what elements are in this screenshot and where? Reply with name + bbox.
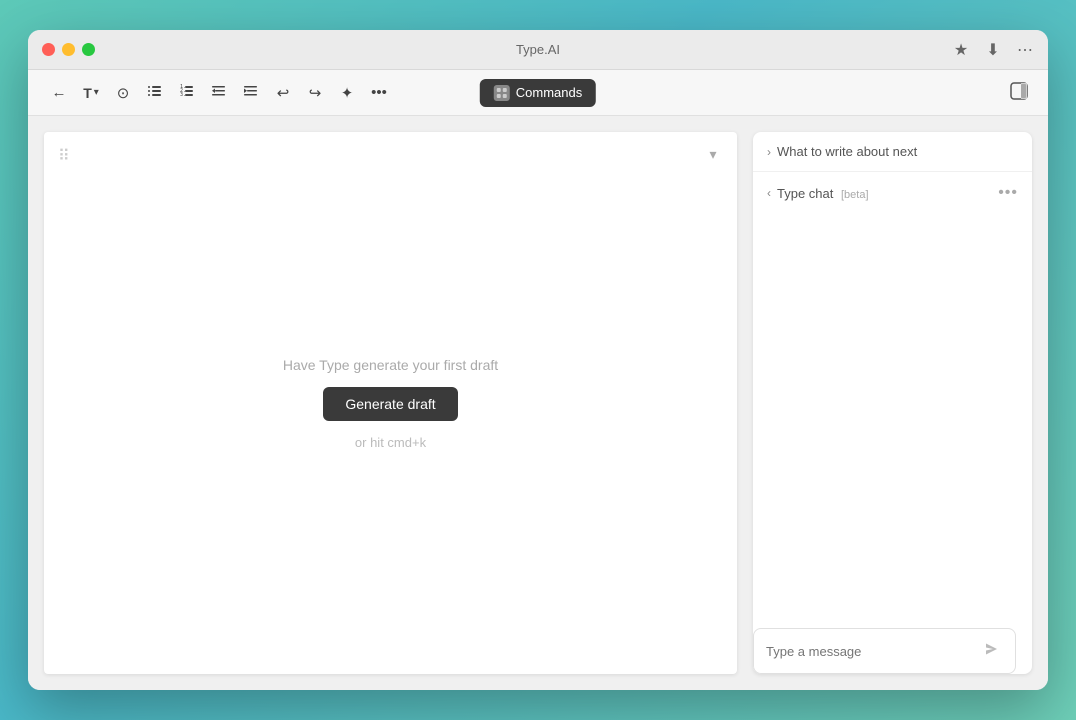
app-window: Type.AI ★ ⬇ ⋯ ← T ▾ ⊙ (28, 30, 1048, 690)
commands-button[interactable]: Commands (480, 79, 596, 107)
bullet-list-icon (147, 83, 163, 103)
what-to-write-chevron: › (767, 145, 771, 159)
bullet-list-button[interactable] (140, 79, 170, 107)
text-icon: T (83, 85, 92, 101)
chat-input-area (753, 612, 1032, 674)
type-chat-label: Type chat (777, 186, 833, 201)
more-toolbar-button[interactable]: ••• (364, 79, 394, 107)
undo-icon: ↩ (277, 84, 290, 102)
toolbar: ← T ▾ ⊙ 1. (28, 70, 1048, 116)
sidebar-toggle-icon (1009, 81, 1029, 104)
more-options-icon[interactable]: ⋯ (1016, 41, 1034, 59)
editor-content-area: Have Type generate your first draft Gene… (44, 132, 737, 674)
window-title: Type.AI (516, 42, 560, 57)
type-chat-chevron: ‹ (767, 186, 771, 200)
back-button[interactable]: ← (44, 79, 74, 107)
editor-hint-text: Have Type generate your first draft (283, 357, 498, 373)
titlebar-actions: ★ ⬇ ⋯ (952, 41, 1034, 59)
back-icon: ← (52, 84, 67, 101)
magic-icon: ✦ (341, 84, 354, 102)
undo-button[interactable]: ↩ (268, 79, 298, 107)
what-to-write-section: › What to write about next (753, 132, 1032, 172)
close-button[interactable] (42, 43, 55, 56)
indent-icon (243, 83, 259, 103)
sidebar-inner: › What to write about next ‹ Type chat [… (753, 132, 1032, 674)
text-dropdown-icon: ▾ (94, 87, 99, 98)
type-chat-section: ‹ Type chat [beta] ••• (753, 172, 1032, 612)
what-to-write-title: What to write about next (777, 144, 1018, 159)
chat-send-button[interactable] (979, 639, 1003, 663)
maximize-button[interactable] (82, 43, 95, 56)
editor-canvas[interactable]: ⠿ ▾ Have Type generate your first draft … (44, 132, 737, 674)
magic-button[interactable]: ✦ (332, 79, 362, 107)
type-chat-header[interactable]: ‹ Type chat [beta] ••• (753, 172, 1032, 214)
chat-input-wrapper (753, 628, 1016, 674)
extension-icon[interactable]: ★ (952, 41, 970, 59)
collapse-icon: ▾ (709, 146, 716, 163)
shortcut-hint: or hit cmd+k (355, 435, 426, 450)
outdent-button[interactable] (204, 79, 234, 107)
right-sidebar: › What to write about next ‹ Type chat [… (753, 116, 1048, 690)
outdent-icon (211, 83, 227, 103)
what-to-write-header[interactable]: › What to write about next (753, 132, 1032, 171)
type-chat-body (753, 214, 1032, 612)
more-toolbar-icon: ••• (371, 84, 387, 101)
editor-collapse-button[interactable]: ▾ (701, 142, 725, 166)
type-chat-more-icon[interactable]: ••• (998, 184, 1018, 202)
editor-panel: ⠿ ▾ Have Type generate your first draft … (28, 116, 753, 690)
spell-check-button[interactable]: ⊙ (108, 79, 138, 107)
text-style-button[interactable]: T ▾ (76, 79, 106, 107)
drag-handle[interactable]: ⠿ (58, 146, 70, 166)
commands-label: Commands (516, 85, 582, 100)
main-area: ⠿ ▾ Have Type generate your first draft … (28, 116, 1048, 690)
send-icon (983, 641, 999, 662)
generate-draft-button[interactable]: Generate draft (323, 387, 457, 421)
titlebar: Type.AI ★ ⬇ ⋯ (28, 30, 1048, 70)
sidebar-toggle-button[interactable] (1004, 79, 1034, 107)
window-controls (42, 43, 95, 56)
type-chat-title: Type chat [beta] (777, 186, 992, 201)
type-chat-beta: [beta] (841, 189, 869, 201)
spell-icon: ⊙ (117, 84, 130, 102)
numbered-list-button[interactable]: 1. 2. 3. (172, 79, 202, 107)
minimize-button[interactable] (62, 43, 75, 56)
commands-icon (494, 85, 510, 101)
redo-icon: ↪ (309, 84, 322, 102)
download-icon[interactable]: ⬇ (984, 41, 1002, 59)
chat-message-input[interactable] (766, 644, 979, 659)
indent-button[interactable] (236, 79, 266, 107)
numbered-list-icon: 1. 2. 3. (179, 83, 195, 103)
redo-button[interactable]: ↪ (300, 79, 330, 107)
